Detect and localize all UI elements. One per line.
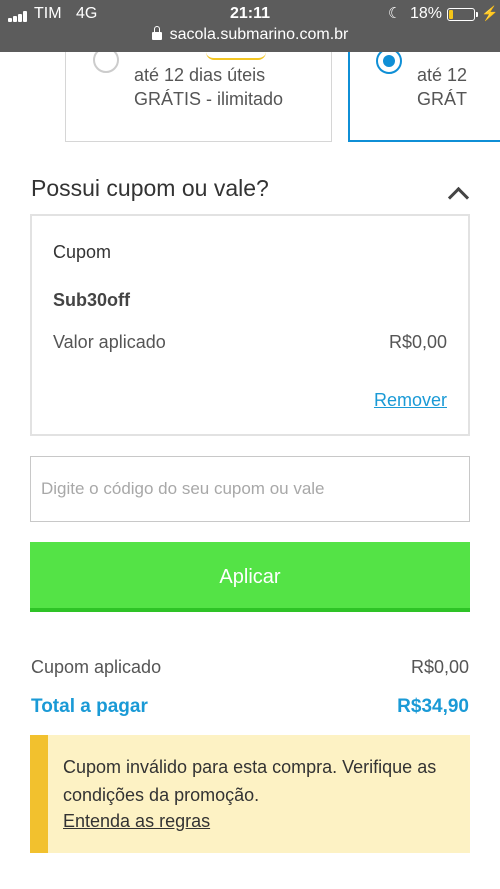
delivery-time: até 12	[417, 65, 468, 85]
delivery-price: GRÁT	[417, 89, 468, 109]
url-text: sacola.submarino.com.br	[169, 26, 349, 43]
coupon-section-title[interactable]: Possui cupom ou vale?	[31, 175, 269, 202]
coupon-applied-label: Cupom aplicado	[31, 657, 162, 677]
apply-coupon-button[interactable]: Aplicar	[30, 542, 470, 612]
lock-icon	[151, 26, 162, 40]
coupon-code-input[interactable]	[30, 456, 470, 522]
total-value: R$34,90	[397, 696, 469, 717]
brand-swoosh-icon	[206, 52, 266, 60]
total-label: Total a pagar	[31, 696, 148, 717]
alert-message: Cupom inválido para esta compra. Verifiq…	[63, 757, 437, 805]
applied-value: R$0,00	[388, 332, 447, 352]
delivery-time: até 12 dias úteis	[134, 65, 266, 85]
charging-bolt-icon: ⚡	[481, 5, 499, 21]
delivery-option-card[interactable]: até 12 dias úteis GRÁTIS - ilimitado	[65, 52, 332, 142]
applied-coupon-card: Cupom Sub30off Valor aplicado R$0,00 Rem…	[30, 214, 470, 436]
invalid-coupon-alert: Cupom inválido para esta compra. Verifiq…	[30, 735, 470, 853]
delivery-option-radio-selected[interactable]	[376, 52, 402, 74]
address-bar[interactable]: sacola.submarino.com.br	[0, 26, 500, 44]
promotion-rules-link[interactable]: Entenda as regras	[63, 811, 210, 832]
battery-icon	[447, 8, 478, 21]
delivery-option-radio[interactable]	[93, 52, 119, 73]
chevron-up-icon[interactable]	[447, 186, 470, 209]
delivery-option-card-selected[interactable]: até 12 GRÁT	[348, 52, 500, 142]
coupon-applied-value: R$0,00	[410, 657, 469, 677]
coupon-code: Sub30off	[53, 290, 131, 310]
coupon-card-label: Cupom	[53, 242, 112, 262]
delivery-price: GRÁTIS - ilimitado	[134, 89, 284, 109]
battery-percent: 18%	[410, 5, 443, 22]
applied-value-label: Valor aplicado	[53, 332, 166, 352]
status-bar: TIM 4G 21:11 ☾ 18% ⚡ sacola.submarino.co…	[0, 0, 500, 52]
remove-coupon-link[interactable]: Remover	[374, 390, 447, 411]
do-not-disturb-moon-icon: ☾	[388, 5, 402, 22]
